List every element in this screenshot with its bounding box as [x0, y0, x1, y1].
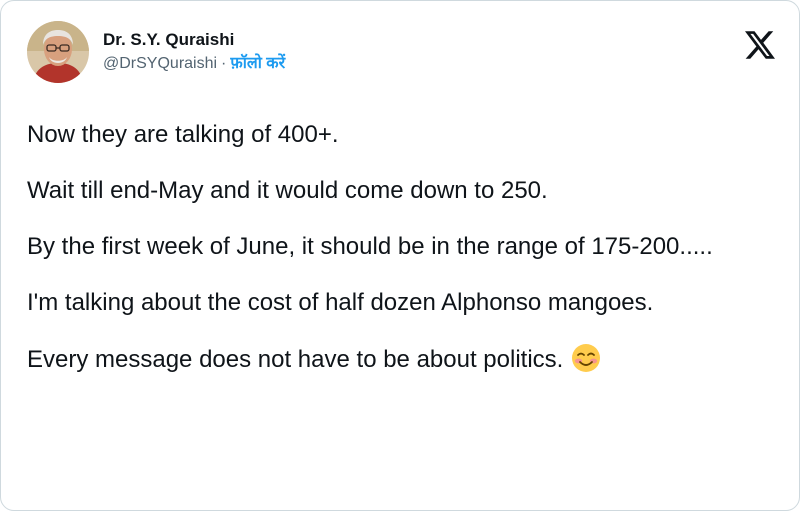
- smiling-face-with-blush-icon: [571, 343, 601, 382]
- tweet-paragraph-5: Every message does not have to be about …: [27, 346, 564, 373]
- tweet-paragraph-5-wrap: Every message does not have to be about …: [27, 343, 777, 382]
- profile-photo-icon: [27, 21, 89, 83]
- tweet-header: Dr. S.Y. Quraishi @DrSYQuraishi · फ़ॉलो …: [27, 21, 285, 83]
- separator-dot: ·: [221, 55, 227, 72]
- tweet-paragraph-1: Now they are talking of 400+.: [27, 121, 339, 148]
- tweet-text: Now they are talking of 400+. Wait till …: [27, 119, 777, 382]
- display-name[interactable]: Dr. S.Y. Quraishi: [103, 29, 285, 51]
- avatar[interactable]: [27, 21, 89, 83]
- x-logo-icon[interactable]: [745, 31, 775, 59]
- handle-row: @DrSYQuraishi · फ़ॉलो करें: [103, 53, 285, 75]
- tweet-card: Dr. S.Y. Quraishi @DrSYQuraishi · फ़ॉलो …: [0, 0, 800, 511]
- author-info: Dr. S.Y. Quraishi @DrSYQuraishi · फ़ॉलो …: [103, 29, 285, 75]
- tweet-paragraph-4: I'm talking about the cost of half dozen…: [27, 289, 654, 316]
- tweet-paragraph-2: Wait till end-May and it would come down…: [27, 177, 548, 204]
- follow-button[interactable]: फ़ॉलो करें: [230, 53, 285, 75]
- tweet-paragraph-3: By the first week of June, it should be …: [27, 233, 713, 260]
- user-handle[interactable]: @DrSYQuraishi: [103, 53, 217, 75]
